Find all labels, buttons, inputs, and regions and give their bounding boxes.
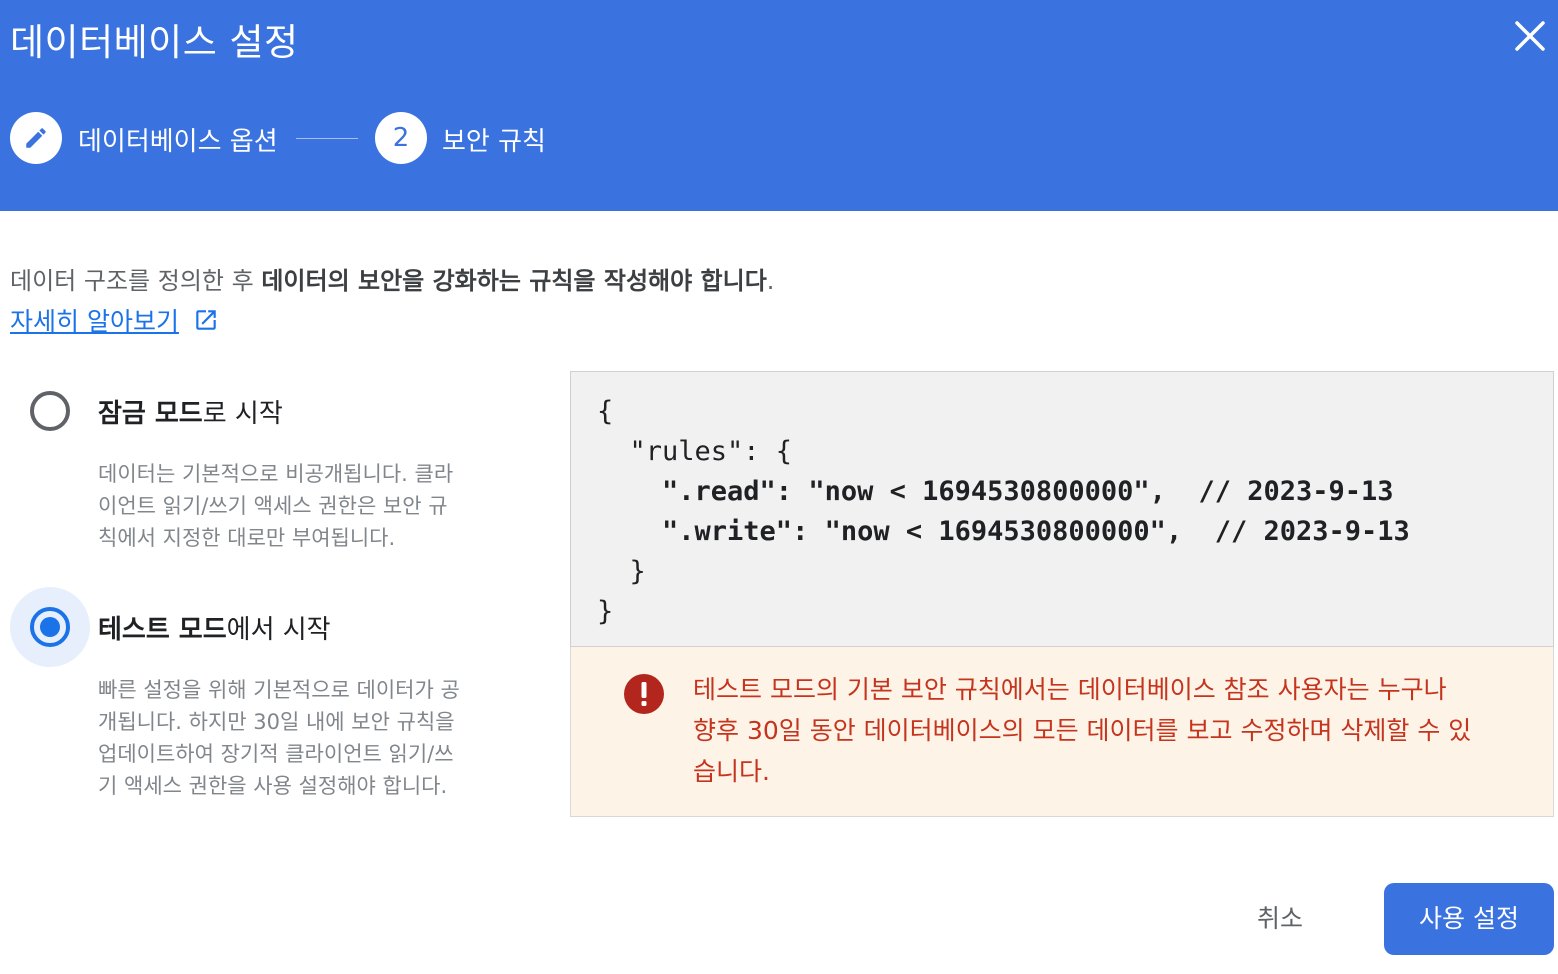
intro-bold: 데이터의 보안을 강화하는 규칙을 작성해야 합니다 (261, 267, 767, 295)
close-icon (1515, 21, 1545, 51)
locked-mode-radio[interactable] (10, 371, 90, 451)
close-button[interactable] (1508, 14, 1552, 58)
external-link-icon[interactable] (193, 307, 219, 333)
stepper: 데이터베이스 옵션 2 보안 규칙 (10, 112, 710, 166)
intro-end: . (766, 267, 775, 295)
test-mode-label[interactable]: 테스트 모드에서 시작 (98, 609, 331, 646)
step-1-indicator[interactable] (10, 112, 62, 164)
step-connector (296, 138, 358, 139)
rules-code-block: { "rules": { ".read": "now < 16945308000… (570, 371, 1554, 647)
test-mode-description: 빠른 설정을 위해 기본적으로 데이터가 공 개됩니다. 하지만 30일 내에 … (98, 678, 460, 798)
intro-text: 데이터 구조를 정의한 후 데이터의 보안을 강화하는 규칙을 작성해야 합니다… (10, 261, 774, 296)
radio-button-checked (30, 607, 70, 647)
enable-button[interactable]: 사용 설정 (1384, 883, 1554, 955)
step-2-indicator: 2 (375, 112, 427, 164)
intro-plain: 데이터 구조를 정의한 후 (10, 267, 262, 295)
rules-code: { "rules": { ".read": "now < 16945308000… (597, 396, 1410, 627)
step-1-label[interactable]: 데이터베이스 옵션 (78, 121, 278, 158)
edit-pencil-icon (26, 128, 46, 148)
warning-banner: 테스트 모드의 기본 보안 규칙에서는 데이터베이스 참조 사용자는 누구나 향… (570, 647, 1554, 817)
radio-button-unchecked (30, 391, 70, 431)
locked-mode-description: 데이터는 기본적으로 비공개됩니다. 클라 이언트 읽기/쓰기 액세스 권한은 … (98, 462, 454, 550)
step-2-label: 보안 규칙 (442, 127, 546, 157)
learn-more-link[interactable]: 자세히 알아보기 (10, 302, 179, 338)
cancel-button[interactable]: 취소 (1232, 896, 1328, 942)
error-exclamation-icon (624, 674, 664, 714)
warning-text: 테스트 모드의 기본 보안 규칙에서는 데이터베이스 참조 사용자는 누구나 향… (693, 675, 1472, 786)
test-mode-radio[interactable] (10, 587, 90, 667)
dialog-title: 데이터베이스 설정 (10, 21, 299, 64)
locked-mode-label[interactable]: 잠금 모드로 시작 (98, 393, 283, 430)
dialog-header: 데이터베이스 설정 데이터베이스 옵션 2 보안 규칙 (0, 0, 1558, 211)
